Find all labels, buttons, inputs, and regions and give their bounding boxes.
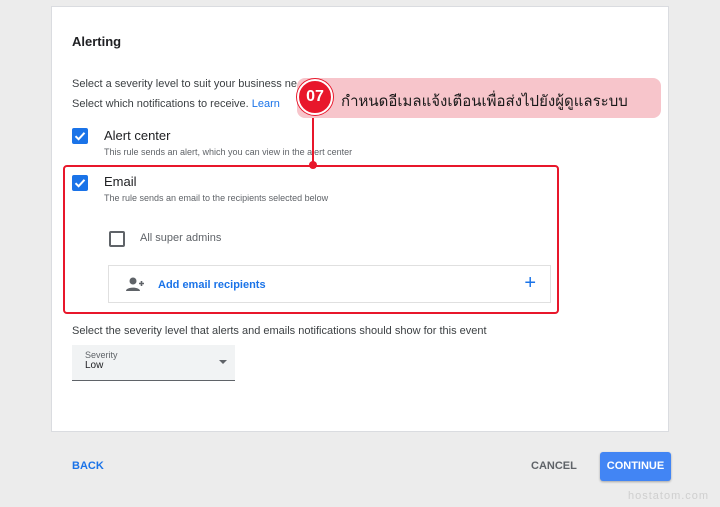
alert-center-description: This rule sends an alert, which you can … xyxy=(104,147,353,157)
alert-center-checkbox[interactable] xyxy=(72,128,88,144)
callout-step-badge: 07 xyxy=(297,79,333,115)
notifications-description: Select which notifications to receive. L… xyxy=(72,98,280,110)
severity-select-label: Severity xyxy=(85,350,118,360)
learn-more-link[interactable]: Learn xyxy=(252,98,280,110)
severity-level-description: Select the severity level that alerts an… xyxy=(72,325,487,337)
watermark: hostatom.com xyxy=(628,490,710,502)
continue-button[interactable]: CONTINUE xyxy=(600,452,671,481)
email-highlight-box xyxy=(63,165,559,314)
callout-connector-line xyxy=(312,116,314,164)
severity-select[interactable]: Severity Low xyxy=(72,345,235,381)
severity-select-value: Low xyxy=(85,360,104,371)
dropdown-arrow-icon xyxy=(219,360,227,364)
callout-box: กำหนดอีเมลแจ้งเตือนเพื่อส่งไปยังผู้ดูแลร… xyxy=(297,78,661,118)
alert-center-label: Alert center xyxy=(104,128,171,143)
check-icon xyxy=(74,132,86,141)
back-button[interactable]: BACK xyxy=(72,460,104,472)
severity-description: Select a severity level to suit your bus… xyxy=(72,78,298,90)
callout-text: กำหนดอีเมลแจ้งเตือนเพื่อส่งไปยังผู้ดูแลร… xyxy=(341,93,628,110)
section-title: Alerting xyxy=(72,34,122,49)
callout-connector-dot xyxy=(309,161,317,169)
cancel-button[interactable]: CANCEL xyxy=(531,460,577,472)
